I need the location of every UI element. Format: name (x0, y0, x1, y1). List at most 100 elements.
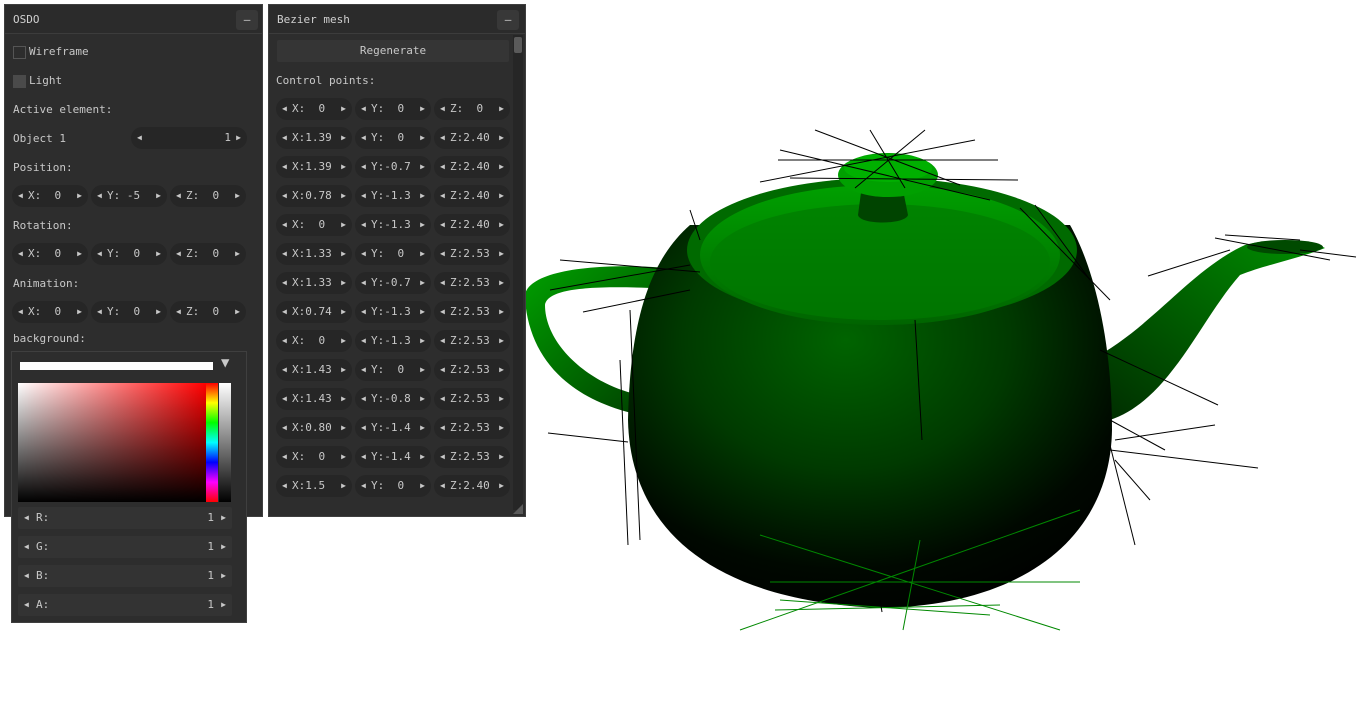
decrement-icon[interactable]: ◀ (361, 388, 366, 410)
wireframe-checkbox[interactable] (13, 46, 26, 59)
decrement-icon[interactable]: ◀ (361, 417, 366, 439)
increment-icon[interactable]: ▶ (420, 156, 425, 178)
increment-icon[interactable]: ▶ (420, 359, 425, 381)
increment-icon[interactable]: ▶ (420, 272, 425, 294)
decrement-icon[interactable]: ◀ (361, 98, 366, 120)
position-z-stepper[interactable]: ◀ Z: 0 ▶ (170, 185, 246, 207)
increment-icon[interactable]: ▶ (499, 243, 504, 265)
resize-grip-icon[interactable] (513, 504, 523, 514)
animation-z-stepper[interactable]: ◀ Z: 0 ▶ (170, 301, 246, 323)
dropdown-icon[interactable]: ▼ (221, 355, 229, 371)
light-label[interactable]: Light (29, 74, 62, 87)
increment-icon[interactable]: ▶ (236, 127, 241, 149)
increment-icon[interactable]: ▶ (341, 98, 346, 120)
control-point-4-z-stepper[interactable]: ◀ Z:2.40 ▶ (434, 214, 510, 236)
control-point-2-z-stepper[interactable]: ◀ Z:2.40 ▶ (434, 156, 510, 178)
control-point-7-x-stepper[interactable]: ◀ X:0.74 ▶ (276, 301, 352, 323)
increment-icon[interactable]: ▶ (341, 185, 346, 207)
increment-icon[interactable]: ▶ (499, 330, 504, 352)
increment-icon[interactable]: ▶ (341, 475, 346, 497)
decrement-icon[interactable]: ◀ (282, 417, 287, 439)
increment-icon[interactable]: ▶ (420, 330, 425, 352)
channel-b-stepper[interactable]: ◀ B: 1 ▶ (18, 565, 232, 587)
increment-icon[interactable]: ▶ (156, 185, 161, 207)
position-y-stepper[interactable]: ◀ Y: -5 ▶ (91, 185, 167, 207)
control-point-12-z-stepper[interactable]: ◀ Z:2.53 ▶ (434, 446, 510, 468)
decrement-icon[interactable]: ◀ (24, 536, 29, 558)
increment-icon[interactable]: ▶ (499, 417, 504, 439)
control-point-6-y-stepper[interactable]: ◀ Y:-0.7 ▶ (355, 272, 431, 294)
decrement-icon[interactable]: ◀ (176, 243, 181, 265)
control-point-13-y-stepper[interactable]: ◀ Y: 0 ▶ (355, 475, 431, 497)
increment-icon[interactable]: ▶ (235, 243, 240, 265)
animation-x-stepper[interactable]: ◀ X: 0 ▶ (12, 301, 88, 323)
control-point-6-z-stepper[interactable]: ◀ Z:2.53 ▶ (434, 272, 510, 294)
rotation-z-stepper[interactable]: ◀ Z: 0 ▶ (170, 243, 246, 265)
decrement-icon[interactable]: ◀ (282, 185, 287, 207)
decrement-icon[interactable]: ◀ (361, 127, 366, 149)
control-point-8-x-stepper[interactable]: ◀ X: 0 ▶ (276, 330, 352, 352)
increment-icon[interactable]: ▶ (221, 507, 226, 529)
decrement-icon[interactable]: ◀ (282, 359, 287, 381)
increment-icon[interactable]: ▶ (420, 475, 425, 497)
control-point-9-x-stepper[interactable]: ◀ X:1.43 ▶ (276, 359, 352, 381)
control-point-11-y-stepper[interactable]: ◀ Y:-1.4 ▶ (355, 417, 431, 439)
increment-icon[interactable]: ▶ (235, 301, 240, 323)
control-point-7-z-stepper[interactable]: ◀ Z:2.53 ▶ (434, 301, 510, 323)
increment-icon[interactable]: ▶ (499, 185, 504, 207)
decrement-icon[interactable]: ◀ (440, 127, 445, 149)
control-point-8-z-stepper[interactable]: ◀ Z:2.53 ▶ (434, 330, 510, 352)
decrement-icon[interactable]: ◀ (97, 185, 102, 207)
increment-icon[interactable]: ▶ (341, 417, 346, 439)
object-index-stepper[interactable]: ◀ 1 ▶ (131, 127, 247, 149)
control-point-5-z-stepper[interactable]: ◀ Z:2.53 ▶ (434, 243, 510, 265)
increment-icon[interactable]: ▶ (221, 565, 226, 587)
control-point-4-y-stepper[interactable]: ◀ Y:-1.3 ▶ (355, 214, 431, 236)
increment-icon[interactable]: ▶ (341, 156, 346, 178)
increment-icon[interactable]: ▶ (420, 127, 425, 149)
decrement-icon[interactable]: ◀ (18, 185, 23, 207)
hue-slider[interactable] (206, 383, 218, 502)
decrement-icon[interactable]: ◀ (24, 507, 29, 529)
color-swatch-preview[interactable] (20, 362, 213, 370)
increment-icon[interactable]: ▶ (77, 243, 82, 265)
increment-icon[interactable]: ▶ (341, 446, 346, 468)
control-points-scrollbar[interactable] (513, 35, 523, 510)
control-point-10-y-stepper[interactable]: ◀ Y:-0.8 ▶ (355, 388, 431, 410)
control-point-3-y-stepper[interactable]: ◀ Y:-1.3 ▶ (355, 185, 431, 207)
control-point-6-x-stepper[interactable]: ◀ X:1.33 ▶ (276, 272, 352, 294)
control-point-12-x-stepper[interactable]: ◀ X: 0 ▶ (276, 446, 352, 468)
light-checkbox[interactable] (13, 75, 26, 88)
increment-icon[interactable]: ▶ (221, 536, 226, 558)
increment-icon[interactable]: ▶ (341, 127, 346, 149)
increment-icon[interactable]: ▶ (499, 388, 504, 410)
control-point-1-z-stepper[interactable]: ◀ Z:2.40 ▶ (434, 127, 510, 149)
increment-icon[interactable]: ▶ (499, 301, 504, 323)
decrement-icon[interactable]: ◀ (282, 156, 287, 178)
increment-icon[interactable]: ▶ (156, 301, 161, 323)
decrement-icon[interactable]: ◀ (361, 185, 366, 207)
rotation-y-stepper[interactable]: ◀ Y: 0 ▶ (91, 243, 167, 265)
increment-icon[interactable]: ▶ (235, 185, 240, 207)
increment-icon[interactable]: ▶ (420, 388, 425, 410)
increment-icon[interactable]: ▶ (77, 301, 82, 323)
control-point-0-x-stepper[interactable]: ◀ X: 0 ▶ (276, 98, 352, 120)
control-point-0-y-stepper[interactable]: ◀ Y: 0 ▶ (355, 98, 431, 120)
decrement-icon[interactable]: ◀ (361, 301, 366, 323)
increment-icon[interactable]: ▶ (420, 185, 425, 207)
channel-g-stepper[interactable]: ◀ G: 1 ▶ (18, 536, 232, 558)
increment-icon[interactable]: ▶ (156, 243, 161, 265)
osdo-minimize-button[interactable]: – (236, 10, 258, 30)
wireframe-label[interactable]: Wireframe (29, 45, 89, 58)
control-point-1-y-stepper[interactable]: ◀ Y: 0 ▶ (355, 127, 431, 149)
increment-icon[interactable]: ▶ (420, 417, 425, 439)
control-point-9-y-stepper[interactable]: ◀ Y: 0 ▶ (355, 359, 431, 381)
decrement-icon[interactable]: ◀ (440, 243, 445, 265)
scrollbar-thumb[interactable] (514, 37, 522, 53)
alpha-slider[interactable] (219, 383, 231, 502)
decrement-icon[interactable]: ◀ (282, 475, 287, 497)
increment-icon[interactable]: ▶ (341, 330, 346, 352)
control-point-13-z-stepper[interactable]: ◀ Z:2.40 ▶ (434, 475, 510, 497)
control-point-7-y-stepper[interactable]: ◀ Y:-1.3 ▶ (355, 301, 431, 323)
increment-icon[interactable]: ▶ (341, 243, 346, 265)
